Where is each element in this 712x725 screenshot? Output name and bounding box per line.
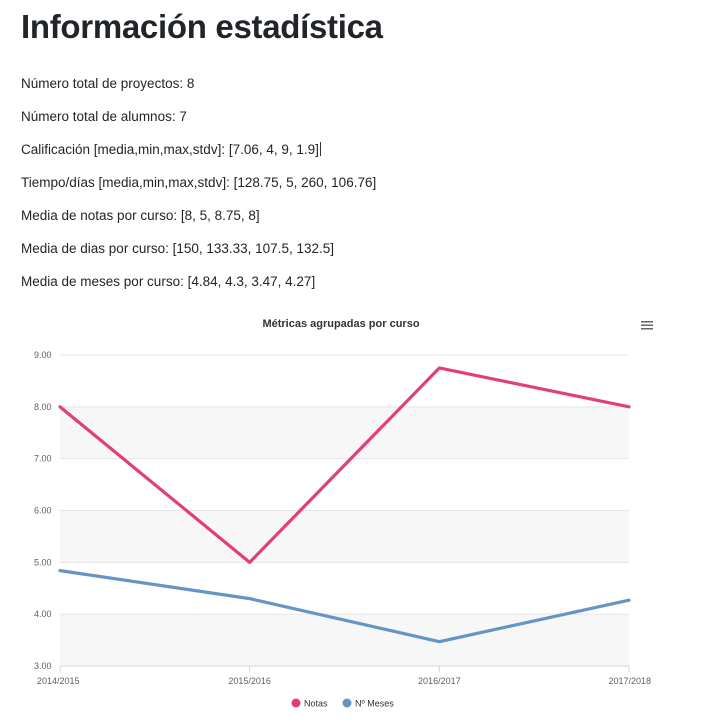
- stat-days-per-course: Media de dias por curso: [150, 133.33, 1…: [21, 241, 712, 257]
- chart-title: Métricas agrupadas por curso: [262, 318, 419, 330]
- stat-value: 7: [179, 109, 187, 124]
- y-tick-label: 9.00: [34, 350, 52, 360]
- legend-item[interactable]: Notas: [291, 698, 329, 709]
- y-tick-label: 4.00: [34, 609, 52, 619]
- y-tick-label: 3.00: [34, 661, 52, 671]
- text-cursor: [319, 142, 321, 156]
- chart-container: 3.00 4.00 5.00 6.00 7.00 8.00 9.00 2014/2015 20…: [0, 310, 712, 720]
- stat-label: Calificación [media,min,max,stdv]:: [21, 142, 226, 157]
- stat-value: [128.75, 5, 260, 106.76]: [233, 175, 377, 190]
- stat-label: Tiempo/días [media,min,max,stdv]:: [21, 175, 230, 190]
- x-tick-label: 2015/2016: [228, 676, 271, 686]
- stat-total-students: Número total de alumnos: 7: [21, 109, 712, 125]
- hamburger-menu-icon[interactable]: [640, 318, 654, 332]
- stat-value: [150, 133.33, 107.5, 132.5]: [172, 241, 334, 256]
- stat-total-projects: Número total de proyectos: 8: [21, 76, 712, 92]
- x-axis-tick-labels: 2014/2015 2015/2016 2016/2017 2017/2018: [37, 676, 651, 686]
- stat-value: [4.84, 4.3, 3.47, 4.27]: [187, 274, 316, 289]
- y-tick-label: 8.00: [34, 402, 52, 412]
- plot-bands: [60, 406, 629, 666]
- legend-item[interactable]: Nº Meses: [342, 698, 395, 709]
- x-tick-label: 2014/2015: [37, 676, 80, 686]
- y-tick-label: 5.00: [34, 557, 52, 567]
- y-tick-label: 7.00: [34, 454, 52, 464]
- legend-label: Nº Meses: [355, 699, 394, 709]
- stats-list: Número total de proyectos: 8 Número tota…: [21, 76, 712, 290]
- y-tick-label: 6.00: [34, 506, 52, 516]
- stat-months-per-course: Media de meses por curso: [4.84, 4.3, 3.…: [21, 274, 712, 290]
- page-title: Información estadística: [21, 8, 383, 45]
- stat-label: Media de dias por curso:: [21, 241, 169, 256]
- stat-time-days: Tiempo/días [media,min,max,stdv]: [128.7…: [21, 175, 712, 191]
- plot-band: [60, 510, 629, 563]
- stat-label: Media de meses por curso:: [21, 274, 184, 289]
- legend-label: Notas: [304, 699, 328, 709]
- stat-label: Número total de proyectos:: [21, 76, 184, 91]
- stat-grades: Calificación [media,min,max,stdv]: [7.06…: [21, 142, 712, 158]
- stat-grades-per-course: Media de notas por curso: [8, 5, 8.75, 8…: [21, 208, 712, 224]
- x-tick-label: 2016/2017: [418, 676, 461, 686]
- stat-value: [7.06, 4, 9, 1.9]: [228, 142, 319, 157]
- stat-value: 8: [186, 76, 195, 91]
- plot-band: [60, 614, 629, 666]
- plot-band: [60, 406, 629, 459]
- legend-marker: [342, 698, 352, 708]
- stat-label: Número total de alumnos:: [21, 109, 176, 124]
- stat-label: Media de notas por curso:: [21, 208, 178, 223]
- legend-marker: [291, 698, 301, 708]
- x-tick-label: 2017/2018: [608, 676, 651, 686]
- stat-value: [8, 5, 8.75, 8]: [180, 208, 260, 223]
- line-chart: 3.004.005.006.007.008.009.00 2014/2015 20…: [34, 318, 654, 709]
- chart-legend: Notas Nº Meses: [291, 698, 395, 709]
- y-axis-tick-labels: 3.00 4.00 5.00 6.00 7.00 8.00 9.00: [34, 350, 52, 671]
